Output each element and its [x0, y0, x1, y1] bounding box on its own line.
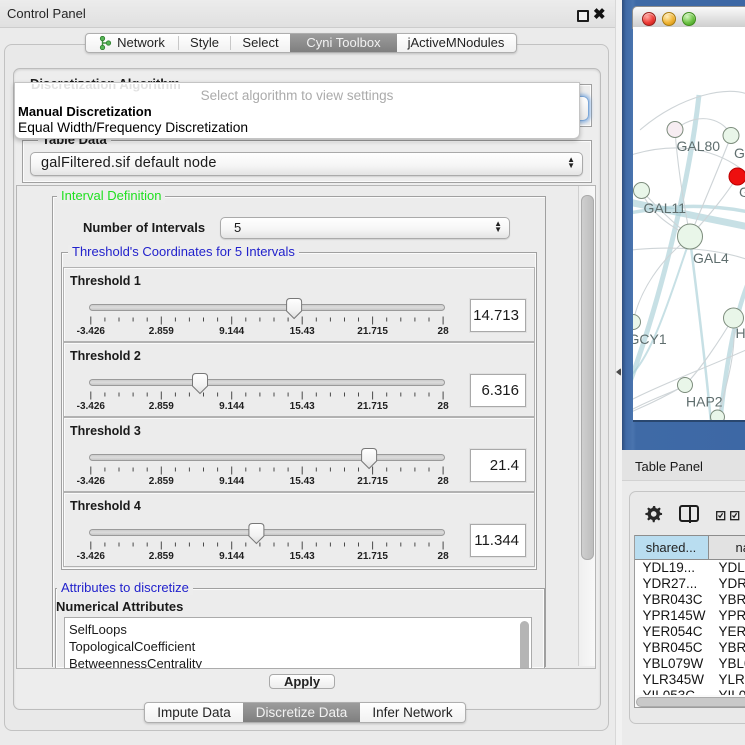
svg-text:GA: GA: [734, 145, 745, 161]
svg-text:-3.426: -3.426: [77, 401, 106, 412]
svg-text:15.43: 15.43: [290, 551, 315, 562]
svg-text:15.43: 15.43: [290, 476, 315, 487]
svg-text:G: G: [739, 184, 745, 200]
svg-text:2.859: 2.859: [149, 326, 174, 337]
svg-text:2.859: 2.859: [149, 476, 174, 487]
svg-text:2.859: 2.859: [149, 401, 174, 412]
svg-text:15.43: 15.43: [290, 326, 315, 337]
svg-text:28: 28: [438, 551, 450, 562]
svg-text:21.715: 21.715: [357, 551, 388, 562]
svg-text:15.43: 15.43: [290, 401, 315, 412]
svg-text:28: 28: [438, 401, 450, 412]
svg-text:21.715: 21.715: [357, 401, 388, 412]
svg-text:9.144: 9.144: [219, 326, 244, 337]
svg-text:2.859: 2.859: [149, 551, 174, 562]
svg-text:28: 28: [438, 476, 450, 487]
svg-text:21.715: 21.715: [357, 476, 388, 487]
svg-text:GAL11: GAL11: [644, 200, 687, 216]
svg-text:-3.426: -3.426: [77, 326, 106, 337]
svg-text:9.144: 9.144: [219, 476, 244, 487]
svg-text:-3.426: -3.426: [77, 476, 106, 487]
svg-text:21.715: 21.715: [357, 326, 388, 337]
svg-text:GAL80: GAL80: [677, 138, 721, 154]
svg-text:HAP2: HAP2: [686, 394, 723, 410]
svg-text:HA: HA: [736, 325, 745, 341]
svg-text:-3.426: -3.426: [77, 551, 106, 562]
svg-text:GAL4: GAL4: [693, 250, 729, 266]
svg-text:9.144: 9.144: [219, 551, 244, 562]
svg-text:28: 28: [438, 326, 450, 337]
svg-text:GCY1: GCY1: [633, 331, 667, 347]
svg-text:9.144: 9.144: [219, 401, 244, 412]
